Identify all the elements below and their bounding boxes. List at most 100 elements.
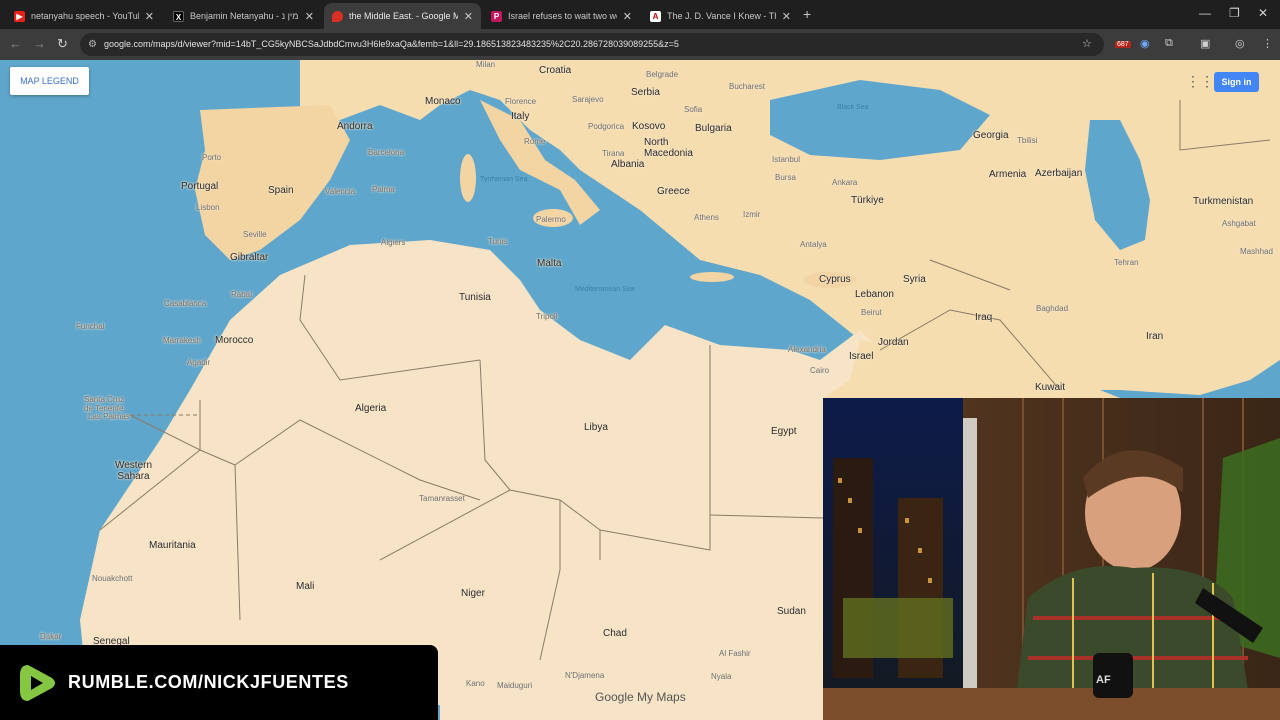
restore-icon[interactable]: ❐ — [1229, 6, 1240, 20]
map-label: Nyala — [711, 672, 732, 681]
map-label: Iraq — [975, 312, 993, 323]
close-icon[interactable]: ✕ — [464, 10, 473, 23]
webcam-overlay: AF — [823, 398, 1280, 720]
landmass-iberia — [195, 105, 350, 260]
map-label: Tbilisi — [1017, 136, 1038, 145]
map-label: Antalya — [800, 240, 827, 249]
map-label: Kano — [466, 679, 485, 688]
map-label: Niger — [461, 588, 485, 599]
map-label: Andorra — [337, 121, 373, 132]
address-bar[interactable]: ⚙ google.com/maps/d/viewer?mid=14bT_CG5k… — [80, 33, 1104, 56]
tab-title: netanyahu speech - YouTube — [31, 11, 139, 21]
close-window-icon[interactable]: ✕ — [1258, 6, 1268, 20]
map-label: Mediterranean Sea — [575, 286, 635, 293]
map-label: Mashhad — [1240, 247, 1273, 256]
rumble-logo-icon — [20, 665, 55, 701]
map-label: Nouakchott — [92, 574, 133, 583]
map-label: Valencia — [325, 187, 356, 196]
map-label: Athens — [694, 213, 719, 222]
map-label: Florence — [505, 97, 537, 106]
tab-title: Benjamin Netanyahu - בנימין נ — [190, 11, 299, 21]
map-legend-button[interactable]: MAP LEGEND — [10, 67, 89, 95]
tab-politico[interactable]: P Israel refuses to wait two weeks ✕ — [483, 3, 640, 29]
map-attribution: Google My Maps — [595, 690, 686, 704]
tab-google-my-maps[interactable]: the Middle East. - Google My M ✕ — [324, 3, 481, 29]
extensions-icon[interactable]: ⧉ — [1165, 37, 1173, 50]
apps-grid-icon[interactable]: ⋮⋮ — [1186, 74, 1214, 88]
map-label: Serbia — [631, 87, 660, 98]
map-label: Turkmenistan — [1193, 196, 1254, 207]
map-label: Tripoli — [536, 312, 558, 321]
map-label: Cyprus — [819, 274, 851, 285]
map-label: Portugal — [181, 181, 219, 192]
map-label: Alexandria — [788, 345, 826, 354]
side-panel-icon[interactable]: ▣ — [1200, 37, 1210, 50]
bookmark-star-icon[interactable]: ☆ — [1082, 37, 1092, 50]
url-text: google.com/maps/d/viewer?mid=14bT_CG5kyN… — [104, 39, 679, 49]
profile-icon[interactable]: ◎ — [1235, 37, 1245, 50]
map-label: Israel — [849, 351, 874, 362]
tab-x[interactable]: X Benjamin Netanyahu - בנימין נ ✕ — [165, 3, 322, 29]
map-label: Tehran — [1114, 258, 1139, 267]
tab-title: the Middle East. - Google My M — [349, 11, 458, 21]
forward-icon[interactable]: → — [33, 36, 46, 51]
map-label: North Macedonia — [644, 137, 693, 159]
tab-title: The J. D. Vance I Knew - The Atl — [667, 11, 776, 21]
map-label: Al Fashir — [719, 649, 751, 658]
af-watermark: AF — [1096, 674, 1111, 686]
map-label: Tunis — [488, 237, 508, 246]
map-label: Spain — [268, 185, 294, 196]
map-label: Greece — [657, 186, 690, 197]
map-label: Milan — [476, 60, 496, 69]
landmass-sardinia — [460, 154, 476, 202]
tab-strip: ▶ netanyahu speech - YouTube ✕ X Benjami… — [0, 0, 1280, 29]
youtube-icon: ▶ — [14, 10, 25, 22]
rumble-banner: RUMBLE.COM/NICKJFUENTES — [0, 645, 438, 720]
map-label: Italy — [511, 111, 530, 122]
map-label: Tyrrhenian Sea — [480, 176, 528, 183]
map-label: Istanbul — [772, 155, 801, 164]
x-icon: X — [173, 10, 184, 22]
atlantic-icon: A — [650, 10, 661, 22]
map-label: Ankara — [832, 178, 858, 187]
map-label: Sarajevo — [572, 95, 604, 104]
new-tab-icon[interactable]: + — [803, 6, 811, 22]
menu-icon[interactable]: ⋮ — [1262, 37, 1273, 50]
map-label: Barcelona — [368, 148, 405, 157]
close-icon[interactable]: ✕ — [145, 10, 154, 23]
map-label: Las Palmas — [88, 412, 130, 421]
map-label: Tamanrasset — [419, 494, 465, 503]
map-label: Maiduguri — [497, 681, 533, 690]
minimize-icon[interactable]: — — [1199, 6, 1211, 20]
audio-icon[interactable]: ◉ — [1140, 37, 1150, 50]
map-label: Sofia — [684, 105, 703, 114]
site-info-icon[interactable]: ⚙ — [88, 33, 97, 56]
map-label: Beirut — [861, 308, 882, 317]
map-label: Palermo — [536, 215, 566, 224]
close-icon[interactable]: ✕ — [782, 10, 791, 23]
map-label: Mali — [296, 581, 315, 592]
close-icon[interactable]: ✕ — [305, 10, 314, 23]
map-label: Morocco — [215, 335, 254, 346]
map-label: N'Djamena — [565, 671, 605, 680]
map-label: Libya — [584, 422, 608, 433]
map-label: Algiers — [381, 238, 406, 247]
map-label: Chad — [603, 628, 627, 639]
tab-youtube[interactable]: ▶ netanyahu speech - YouTube ✕ — [6, 3, 162, 29]
map-label: Bulgaria — [695, 123, 732, 134]
map-label: Bursa — [775, 173, 796, 182]
close-icon[interactable]: ✕ — [623, 10, 632, 23]
webcam-scene — [823, 398, 1280, 720]
reload-icon[interactable]: ↻ — [57, 36, 68, 52]
map-label: Algeria — [355, 403, 387, 414]
map-label: Santa Cruz de Tenerife — [84, 395, 125, 413]
tab-title: Israel refuses to wait two weeks — [508, 11, 617, 21]
back-icon[interactable]: ← — [9, 36, 22, 51]
tab-atlantic[interactable]: A The J. D. Vance I Knew - The Atl ✕ — [642, 3, 799, 29]
map-label: Croatia — [539, 65, 572, 76]
map-label: Mauritania — [149, 540, 196, 551]
map-label: Rabat — [231, 290, 253, 299]
extension-badge[interactable]: 687 — [1115, 41, 1131, 48]
map-label: Kosovo — [632, 121, 666, 132]
sign-in-button[interactable]: Sign in — [1214, 72, 1259, 92]
